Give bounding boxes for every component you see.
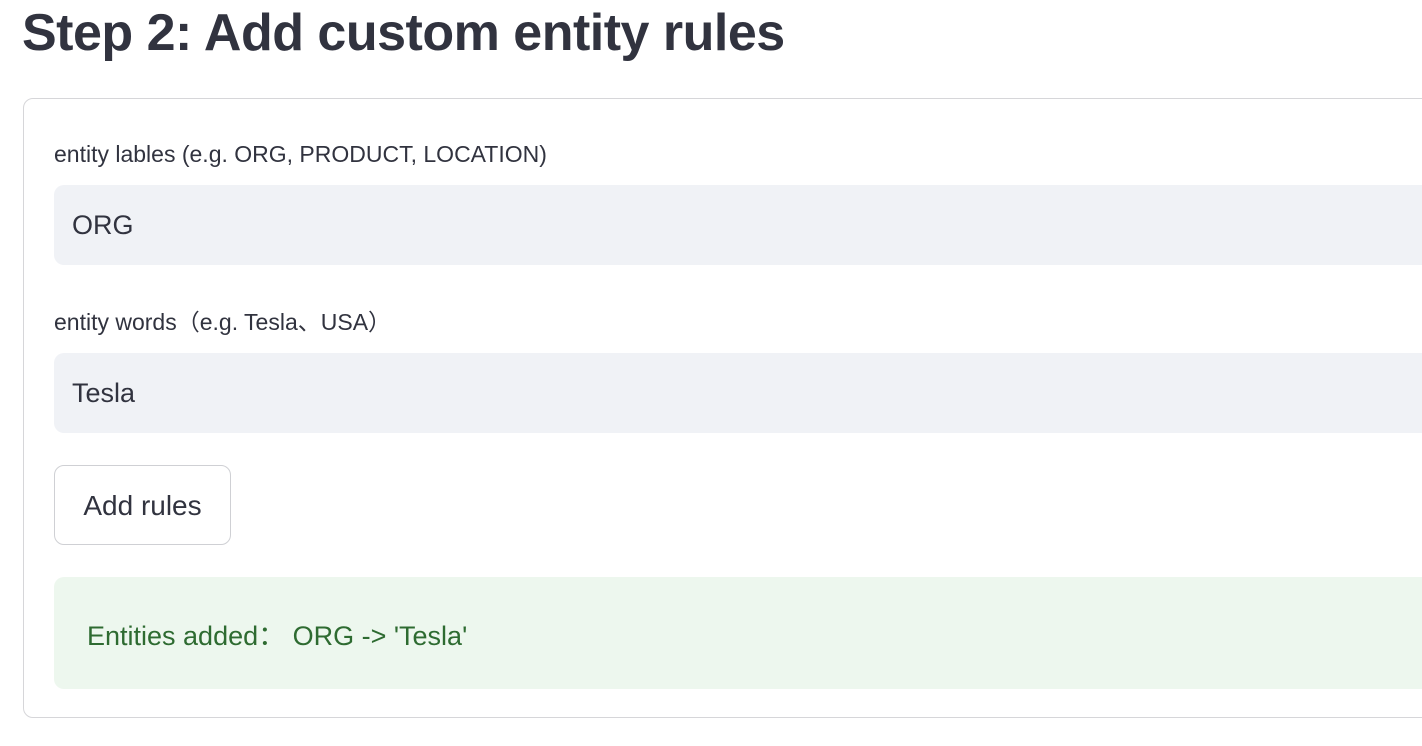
entity-words-label: entity words（e.g. Tesla、USA） <box>54 309 392 335</box>
entity-labels-input[interactable]: ORG <box>54 185 1422 265</box>
page-title: Step 2: Add custom entity rules <box>22 4 785 62</box>
page: Step 2: Add custom entity rules entity l… <box>0 0 1422 746</box>
entity-words-input[interactable]: Tesla <box>54 353 1422 433</box>
entity-labels-label: entity lables (e.g. ORG, PRODUCT, LOCATI… <box>54 141 547 167</box>
success-alert: Entities added： ORG -> 'Tesla' <box>54 577 1422 689</box>
add-rules-button[interactable]: Add rules <box>54 465 231 545</box>
success-message: Entities added： ORG -> 'Tesla' <box>87 620 468 651</box>
